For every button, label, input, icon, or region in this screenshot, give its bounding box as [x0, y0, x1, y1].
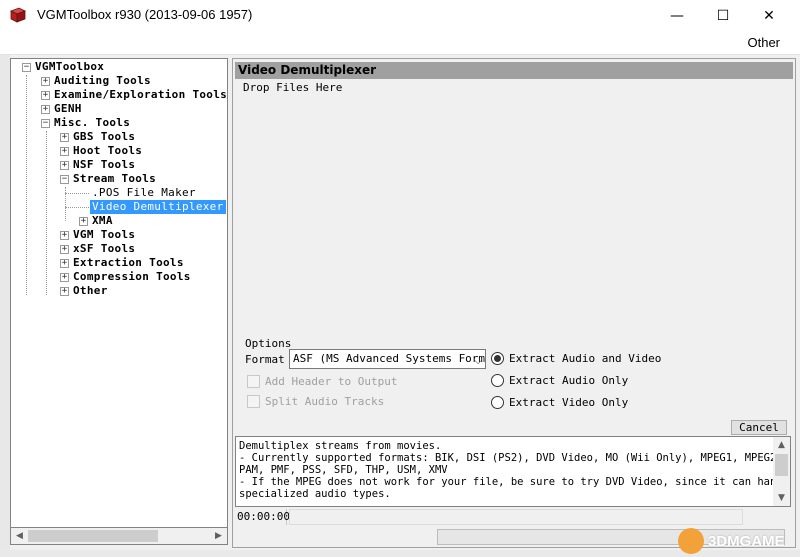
tree-node-xsf-tools[interactable]: xSF Tools [73, 242, 135, 256]
watermark-text: 3DMGAME [708, 533, 785, 550]
scroll-thumb[interactable] [775, 454, 788, 476]
tree-expander[interactable]: + [41, 105, 50, 114]
scroll-up-icon[interactable]: ▲ [773, 437, 790, 453]
extract-video-only-label: Extract Video Only [509, 396, 629, 409]
tree-connector [46, 131, 47, 295]
tool-tree[interactable]: − VGMToolbox + Auditing Tools + Examine/… [10, 58, 228, 528]
extract-audio-only-label: Extract Audio Only [509, 374, 629, 387]
window-title: VGMToolbox r930 (2013-09-06 1957) [37, 7, 253, 22]
tree-expander[interactable]: + [60, 273, 69, 282]
tree-expander[interactable]: + [60, 287, 69, 296]
tree-node-nsf-tools[interactable]: NSF Tools [73, 158, 135, 172]
tree-node-auditing-tools[interactable]: Auditing Tools [54, 74, 151, 88]
tree-node-xma[interactable]: XMA [92, 214, 113, 228]
description-box[interactable]: Demultiplex streams from movies. - Curre… [235, 436, 791, 507]
maximize-icon: ☐ [716, 7, 730, 24]
tree-connector [65, 207, 89, 208]
drop-zone-label[interactable]: Drop Files Here [243, 81, 342, 94]
tree-connector [65, 193, 89, 194]
tree-expander[interactable]: + [60, 231, 69, 240]
tree-expander[interactable]: + [60, 133, 69, 142]
format-label: Format [245, 353, 285, 366]
tree-node-extraction-tools[interactable]: Extraction Tools [73, 256, 184, 270]
scroll-left-icon[interactable]: ◀ [11, 528, 28, 544]
cancel-button[interactable]: Cancel [731, 420, 787, 435]
extract-audio-video-radio[interactable] [491, 352, 504, 365]
description-line: PAM, PMF, PSS, SFD, THP, USM, XMV [239, 464, 448, 476]
tool-panel: Video Demultiplexer Drop Files Here Opti… [232, 58, 796, 548]
close-icon: ✕ [763, 7, 775, 24]
tree-expander[interactable]: + [60, 147, 69, 156]
minimize-button[interactable]: — [654, 0, 700, 31]
tree-node-other[interactable]: Other [73, 284, 108, 298]
description-line: Demultiplex streams from movies. [239, 440, 442, 452]
options-group-label: Options [245, 337, 292, 350]
add-header-label: Add Header to Output [265, 375, 398, 388]
maximize-button[interactable]: ☐ [700, 0, 746, 31]
tree-node-genh[interactable]: GENH [54, 102, 82, 116]
panel-title: Video Demultiplexer [235, 62, 793, 79]
format-select[interactable]: ASF (MS Advanced Systems Form ⌵ [289, 349, 486, 369]
scroll-down-icon[interactable]: ▼ [773, 490, 790, 506]
status-message [289, 509, 743, 525]
watermark-logo-icon [678, 528, 704, 554]
format-select-value: ASF (MS Advanced Systems Form [293, 352, 486, 365]
tree-node-stream-tools[interactable]: Stream Tools [73, 172, 156, 186]
extract-audio-video-label: Extract Audio and Video [509, 352, 662, 365]
minimize-icon: — [670, 7, 684, 24]
tree-expander[interactable]: − [22, 63, 31, 72]
split-audio-label: Split Audio Tracks [265, 395, 385, 408]
tree-node-compression-tools[interactable]: Compression Tools [73, 270, 191, 284]
tree-expander[interactable]: + [60, 161, 69, 170]
add-header-checkbox[interactable] [247, 375, 260, 388]
extract-video-only-radio[interactable] [491, 396, 504, 409]
description-line: specialized audio types. [239, 488, 391, 500]
chevron-down-icon[interactable]: ⌵ [474, 353, 482, 368]
scroll-thumb[interactable] [28, 530, 158, 542]
tree-node-vgm-tools[interactable]: VGM Tools [73, 228, 135, 242]
description-vertical-scrollbar[interactable]: ▲ ▼ [773, 437, 790, 506]
close-button[interactable]: ✕ [746, 0, 792, 31]
split-audio-checkbox[interactable] [247, 395, 260, 408]
description-line: - Currently supported formats: BIK, DSI … [239, 452, 783, 464]
tree-node-misc-tools[interactable]: Misc. Tools [54, 116, 130, 130]
menu-item-other[interactable]: Other [747, 35, 780, 50]
elapsed-time: 00:00:00 [237, 509, 290, 525]
title-bar: VGMToolbox r930 (2013-09-06 1957) — ☐ ✕ [0, 0, 800, 31]
tree-node-hoot-tools[interactable]: Hoot Tools [73, 144, 142, 158]
tree-expander[interactable]: + [60, 259, 69, 268]
app-icon [10, 7, 26, 23]
tree-expander[interactable]: − [60, 175, 69, 184]
tree-node-video-demultiplexer[interactable]: Video Demultiplexer [90, 200, 226, 214]
tree-expander[interactable]: + [41, 91, 50, 100]
tree-connector [26, 75, 27, 295]
background-strip [0, 55, 10, 550]
tree-node-pos-file-maker[interactable]: .POS File Maker [92, 186, 196, 200]
menu-bar: Other [0, 31, 800, 55]
watermark: 3DMGAME [674, 528, 800, 557]
tree-node-root[interactable]: VGMToolbox [35, 60, 104, 74]
scroll-right-icon[interactable]: ▶ [210, 528, 227, 544]
tree-node-gbs-tools[interactable]: GBS Tools [73, 130, 135, 144]
tree-expander[interactable]: − [41, 119, 50, 128]
description-line: - If the MPEG does not work for your fil… [239, 476, 791, 488]
tree-expander[interactable]: + [79, 217, 88, 226]
tree-horizontal-scrollbar[interactable]: ◀ ▶ [10, 528, 228, 545]
tree-expander[interactable]: + [41, 77, 50, 86]
tree-node-examine-tools[interactable]: Examine/Exploration Tools [54, 88, 227, 102]
extract-audio-only-radio[interactable] [491, 374, 504, 387]
tree-expander[interactable]: + [60, 245, 69, 254]
